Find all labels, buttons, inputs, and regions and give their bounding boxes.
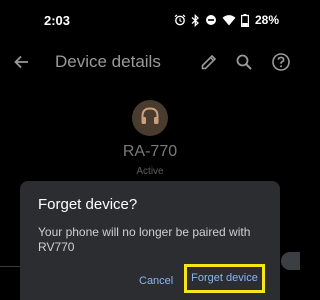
status-icons: 28% <box>174 12 279 28</box>
app-bar: Device details <box>0 44 300 80</box>
back-arrow-icon[interactable] <box>12 52 32 72</box>
device-status: Active <box>136 166 164 177</box>
battery-percentage: 28% <box>255 13 280 27</box>
edit-pencil-icon[interactable] <box>199 52 219 72</box>
status-bar: 2:03 28% <box>0 0 300 40</box>
device-avatar <box>132 100 168 136</box>
alarm-icon <box>174 14 186 26</box>
dialog-message: Your phone will no longer be paired with… <box>38 225 251 254</box>
device-name: RA-770 <box>122 143 178 160</box>
search-icon[interactable] <box>234 52 254 72</box>
edge-toggle[interactable] <box>281 252 300 270</box>
dialog-title: Forget device? <box>38 196 138 213</box>
page-title: Device details <box>55 52 161 71</box>
divider <box>0 266 20 267</box>
headphones-icon <box>139 105 161 132</box>
forget-device-dialog: Forget device? Your phone will no longer… <box>20 181 280 300</box>
do-not-disturb-icon <box>205 14 217 26</box>
bluetooth-icon <box>191 13 200 27</box>
device-details-screen: 2:03 28% Device details RA-770 Active Fo… <box>0 0 300 300</box>
status-time: 2:03 <box>44 13 71 28</box>
battery-icon <box>241 13 249 27</box>
forget-device-button[interactable]: Forget device <box>184 264 265 293</box>
wifi-icon <box>222 14 236 26</box>
help-icon[interactable] <box>271 52 291 72</box>
cancel-button[interactable]: Cancel <box>136 270 176 292</box>
